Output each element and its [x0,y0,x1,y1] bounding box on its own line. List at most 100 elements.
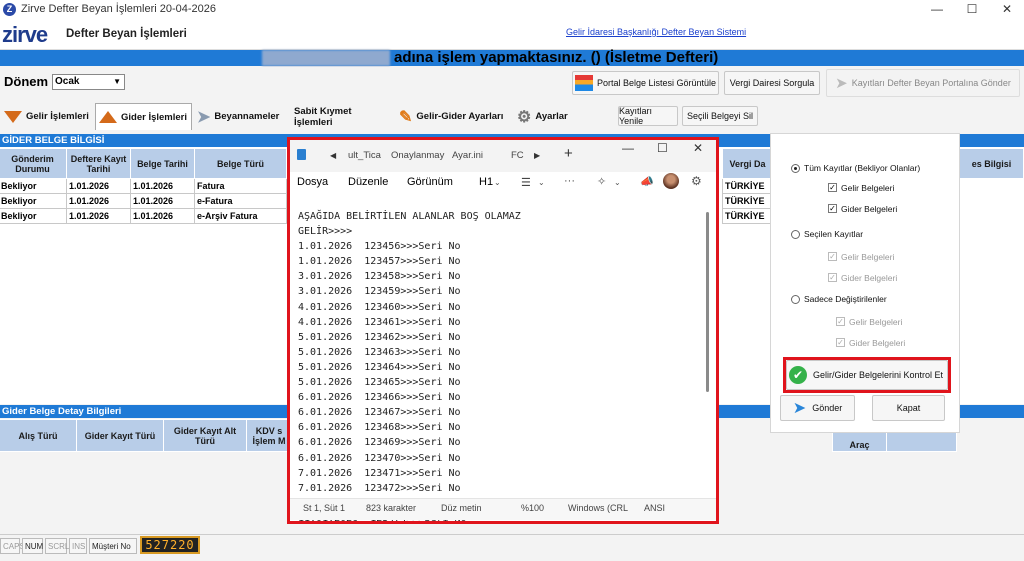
gonder-button[interactable]: ➤ Gönder [780,395,855,421]
download-icon [4,110,22,123]
radio-changed[interactable] [791,295,800,304]
table-row[interactable]: TÜRKİYE [722,193,773,209]
tab-gider[interactable]: Gider İşlemleri [95,103,192,130]
refresh-label: Kayıtları Yenile [619,106,653,126]
radio-selected-label: Seçilen Kayıtlar [804,229,864,239]
avatar[interactable] [663,173,679,189]
menu-duzenle[interactable]: Düzenle [348,176,388,188]
col-gonderim[interactable]: Gönderim Durumu [0,148,67,179]
tab-scroll-right-icon[interactable]: ▶ [534,151,540,160]
minimize-icon[interactable]: — [622,141,634,155]
cell-ulke: TÜRKİYE [722,178,773,194]
scrollbar-thumb[interactable] [706,212,709,392]
col-gider-kayit-turu[interactable]: Gider Kayıt Türü [76,419,164,452]
col-vergi-dairesi[interactable]: Vergi Da [722,148,773,179]
chevron-down-icon: ⌄ [614,178,621,187]
notepad-tab[interactable]: Ayar.ini [452,150,483,161]
chk-chg-gelir-label: Gelir Belgeleri [849,317,903,327]
tab-sabit-kiymet[interactable]: Sabit Kıymet İşlemleri [292,103,392,130]
list-icon[interactable]: ☰ [521,176,531,189]
radio-all[interactable] [791,164,800,173]
minimize-icon[interactable]: — [922,0,952,18]
line-ending: Windows (CRL [568,503,628,513]
heading-dropdown[interactable]: H1 [479,176,493,188]
kapat-button[interactable]: Kapat [872,395,945,421]
table-row[interactable]: Bekliyor 1.01.2026 1.01.2026 e-Fatura [0,193,287,209]
notepad-text[interactable]: AŞAĞIDA BELİRTİLEN ALANLAR BOŞ OLAMAZ GEL… [290,196,716,524]
cell-durum: Bekliyor [0,178,67,194]
col-kdv[interactable]: KDV s İşlem M [246,419,292,452]
check-circle-icon: ✔ [789,366,807,384]
notepad-tab[interactable]: Onaylanmay [391,150,446,161]
more-icon[interactable]: ··· [564,175,575,187]
megaphone-icon[interactable]: 📣 [640,175,654,188]
notepad-line: 6.01.2026 123470>>>Seri No [298,452,461,464]
cell-ulke: TÜRKİYE [722,208,773,224]
col-deftere-kayit[interactable]: Deftere Kayıt Tarihi [66,148,131,179]
notepad-line: 6.01.2026 123469>>>Seri No [298,437,461,449]
cell-belge: 1.01.2026 [130,208,195,224]
close-icon[interactable]: ✕ [693,141,703,155]
radio-selected[interactable] [791,230,800,239]
kontrol-button[interactable]: ✔ Gelir/Gider Belgelerini Kontrol Et [786,360,948,390]
chk-all-gelir-label: Gelir Belgeleri [841,183,895,193]
menu-gorunum[interactable]: Görünüm [407,176,453,188]
col-belge-turu[interactable]: Belge Türü [194,148,287,179]
magic-icon[interactable]: ✧ [597,175,606,188]
gonder-label: Gönder [812,403,843,413]
tab-scroll-left-icon[interactable]: ◀ [330,151,336,160]
maximize-icon[interactable]: ☐ [657,141,668,155]
notepad-tab[interactable]: FC [511,150,524,161]
notepad-line: 1.01.2026 123457>>>Seri No [298,256,461,268]
portal-list-label: Portal Belge Listesi Görüntüle [597,78,717,88]
window-titlebar: Z Zirve Defter Beyan İşlemleri 20-04-202… [0,0,1024,18]
paper-plane-icon: ➤ [197,108,211,126]
portal-list-button[interactable]: Portal Belge Listesi Görüntüle [572,71,719,95]
notepad-line: GELİR>>>> [298,226,353,238]
gib-link[interactable]: Gelir İdaresi Başkanlığı Defter Beyan Si… [566,27,746,37]
maximize-icon[interactable]: ☐ [957,0,987,18]
chk-chg-gider[interactable]: ✓ [836,338,845,347]
delete-selected-button[interactable]: Seçili Belgeyi Sil [682,106,758,126]
cell-kayit: 1.01.2026 [66,208,131,224]
table-row[interactable]: Bekliyor 1.01.2026 1.01.2026 Fatura [0,178,287,194]
pencil-icon: ✎ [399,108,413,126]
chk-all-gelir[interactable]: ✓ [828,183,837,192]
chk-all-gider[interactable]: ✓ [828,204,837,213]
tab-sabit-kiymet-label: Sabit Kıymet İşlemleri [294,105,352,128]
table-row[interactable]: Bekliyor 1.01.2026 1.01.2026 e-Arşiv Fat… [0,208,287,224]
num-indicator: NUM [22,538,43,554]
close-icon[interactable]: ✕ [992,0,1022,18]
chk-sel-gelir[interactable]: ✓ [828,252,837,261]
tab-ayarlar[interactable]: ⚙ Ayarlar [515,103,585,130]
col-es-bilgisi[interactable]: es Bilgisi [959,148,1024,179]
notepad-line: 7.01.2026 123471>>>Seri No [298,467,461,479]
donem-select[interactable]: Ocak ▼ [52,74,125,90]
paper-plane-icon: ➤ [835,75,848,92]
table-row[interactable]: TÜRKİYE [722,208,773,224]
send-portal-button[interactable]: ➤ Kayıtları Defter Beyan Portalına Gönde… [826,69,1020,97]
vergi-dairesi-button[interactable]: Vergi Dairesi Sorgula [724,71,820,95]
chk-chg-gelir[interactable]: ✓ [836,317,845,326]
tab-beyannameler[interactable]: ➤ Beyannameler [195,103,290,130]
cell-belge: 1.01.2026 [130,193,195,209]
encoding: ANSI [644,503,666,513]
col-belge-tarihi[interactable]: Belge Tarihi [130,148,195,179]
cursor-position: St 1, Süt 1 [303,503,346,513]
chk-all-gider-label: Gider Belgeleri [841,204,898,214]
tab-gelir[interactable]: Gelir İşlemleri [2,103,92,130]
text-format: Düz metin [441,503,482,513]
col-gider-kayit-alt-turu[interactable]: Gider Kayıt Alt Türü [163,419,247,452]
vergi-dairesi-label: Vergi Dairesi Sorgula [729,78,815,88]
table-row[interactable]: TÜRKİYE [722,178,773,194]
refresh-button[interactable]: Kayıtları Yenile [618,106,678,126]
char-count: 823 karakter [366,503,417,513]
chk-sel-gider[interactable]: ✓ [828,273,837,282]
gear-icon[interactable]: ⚙ [691,174,702,188]
menu-dosya[interactable]: Dosya [297,176,328,188]
cell-durum: Bekliyor [0,208,67,224]
tab-gelir-gider-ayarlari[interactable]: ✎ Gelir-Gider Ayarları [397,103,513,130]
new-tab-icon[interactable]: + [564,145,573,162]
notepad-tab[interactable]: ult_Tica [348,150,382,161]
col-alis-turu[interactable]: Alış Türü [0,419,77,452]
